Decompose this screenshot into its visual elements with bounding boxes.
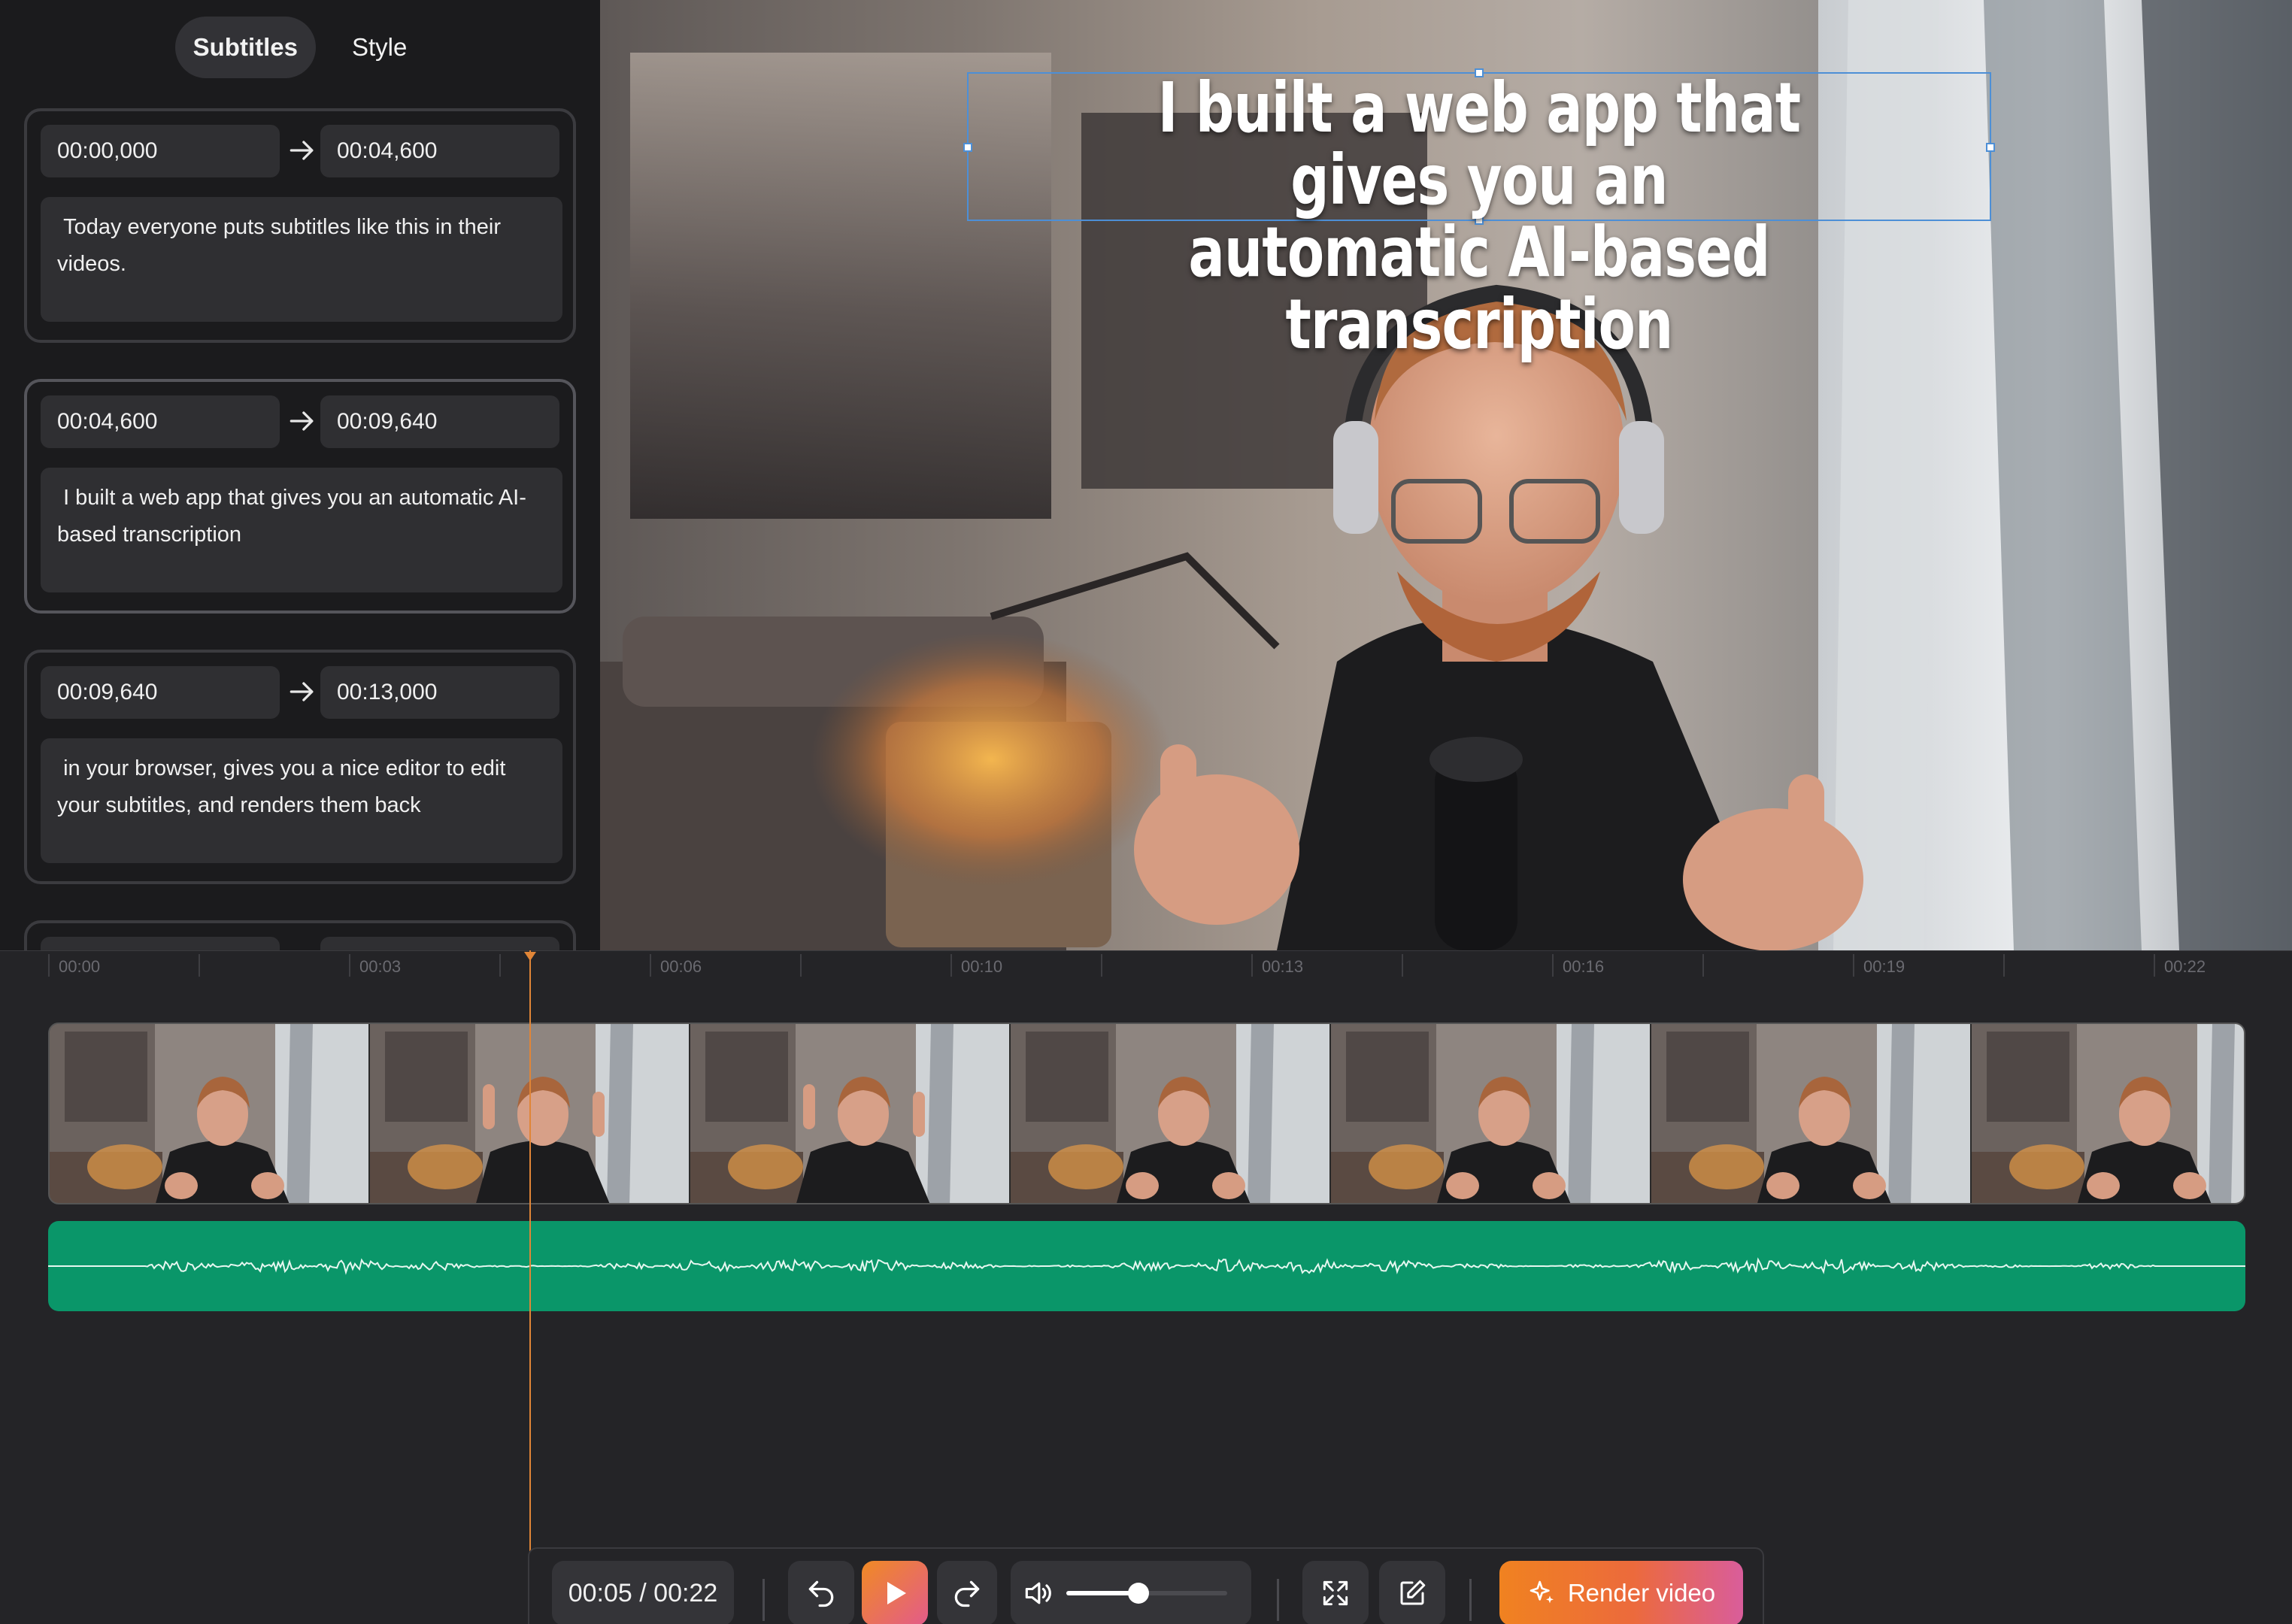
video-thumbnail	[690, 1024, 1011, 1203]
time-ruler[interactable]: 00:00 00:03 00:06 00:10 00:13 00:16 00:19 00:22	[0, 950, 2292, 980]
subtitle-text-input[interactable]: Today everyone puts subtitles like this …	[41, 197, 562, 322]
subtitle-text-input[interactable]: I built a web app that gives you an auto…	[41, 468, 562, 592]
ruler-label: 00:16	[1563, 957, 1605, 976]
edit-button[interactable]	[1379, 1561, 1445, 1624]
ruler-tick	[48, 954, 50, 977]
ruler-tick	[1402, 954, 1403, 977]
ruler-tick	[1101, 954, 1102, 977]
sparkle-icon	[1530, 1580, 1554, 1604]
end-time-input[interactable]: 00:04,600	[320, 125, 559, 177]
audio-track[interactable]	[48, 1221, 2245, 1311]
resize-handle[interactable]	[963, 143, 972, 152]
end-time-input[interactable]	[320, 937, 559, 950]
pencil-edit-icon	[1400, 1580, 1426, 1605]
ruler-tick	[199, 954, 200, 977]
divider	[762, 1579, 765, 1621]
start-time-input[interactable]: 00:04,600	[41, 395, 280, 448]
ruler-label: 00:06	[660, 957, 702, 976]
volume-slider-knob[interactable]	[1128, 1583, 1150, 1604]
fullscreen-button[interactable]	[1302, 1561, 1369, 1624]
video-thumbnail	[1651, 1024, 1972, 1203]
sidebar-tabs: Subtitles Style	[0, 17, 600, 78]
divider	[1277, 1579, 1279, 1621]
undo-arrow-icon	[808, 1580, 834, 1607]
start-time-input[interactable]: 00:00,000	[41, 125, 280, 177]
rewind-button[interactable]	[788, 1561, 854, 1624]
ruler-tick	[1552, 954, 1554, 977]
ruler-tick	[650, 954, 651, 977]
ruler-label: 00:10	[961, 957, 1003, 976]
video-thumbnail	[1011, 1024, 1331, 1203]
subtitle-editor-app: Subtitles Style 00:00,000 00:04,600 Toda…	[0, 0, 2292, 1624]
ruler-tick	[499, 954, 501, 977]
resize-handle[interactable]	[1986, 143, 1995, 152]
expand-icon	[1323, 1580, 1348, 1606]
subtitle-sidebar: Subtitles Style 00:00,000 00:04,600 Toda…	[0, 0, 600, 950]
caption-line-1: I built a web app that gives you an	[1157, 68, 1801, 220]
subtitle-list: 00:00,000 00:04,600 Today everyone puts …	[24, 108, 576, 950]
ruler-tick	[2154, 954, 2155, 977]
playhead[interactable]	[529, 950, 531, 1552]
ruler-label: 00:19	[1863, 957, 1905, 976]
audio-waveform	[48, 1257, 2245, 1275]
video-thumbnail	[50, 1024, 370, 1203]
render-video-label: Render video	[1567, 1579, 1716, 1607]
subtitle-card-active[interactable]: 00:04,600 00:09,640 I built a web app th…	[24, 379, 576, 614]
end-time-input[interactable]: 00:09,640	[320, 395, 559, 448]
ruler-label: 00:13	[1262, 957, 1304, 976]
forward-button[interactable]	[937, 1561, 997, 1624]
video-track-filmstrip[interactable]	[48, 1023, 2245, 1204]
ruler-tick	[349, 954, 350, 977]
volume-slider[interactable]	[1066, 1583, 1227, 1604]
ruler-tick	[1853, 954, 1854, 977]
ruler-label: 00:00	[59, 957, 101, 976]
play-button[interactable]	[862, 1561, 928, 1624]
tab-subtitles[interactable]: Subtitles	[174, 17, 316, 78]
caption-overlay[interactable]: I built a web app that gives you an auto…	[1080, 72, 1878, 361]
timeline[interactable]: 00:00 00:03 00:06 00:10 00:13 00:16 00:19 00:22	[0, 950, 2292, 1624]
caption-line-2: automatic AI-based transcription	[1188, 212, 1770, 365]
divider	[1469, 1579, 1472, 1621]
subtitle-card[interactable]: 00:09,640 00:13,000 in your browser, giv…	[24, 650, 576, 884]
ruler-tick	[2003, 954, 2005, 977]
start-time-input[interactable]: 00:09,640	[41, 666, 280, 719]
video-thumbnail	[1972, 1024, 2244, 1203]
timecode-display: 00:05 / 00:22	[552, 1561, 734, 1624]
tab-style[interactable]: Style	[334, 17, 425, 78]
volume-icon[interactable]	[1021, 1577, 1054, 1610]
subtitle-text-input[interactable]: in your browser, gives you a nice editor…	[41, 738, 562, 863]
video-thumbnail	[1331, 1024, 1651, 1203]
start-time-input[interactable]	[41, 937, 280, 950]
volume-control[interactable]	[1011, 1561, 1251, 1624]
render-video-button[interactable]: Render video	[1499, 1561, 1743, 1624]
play-icon	[887, 1582, 906, 1604]
ruler-tick	[800, 954, 802, 977]
redo-arrow-icon	[954, 1580, 980, 1607]
ruler-tick	[950, 954, 952, 977]
video-preview[interactable]: I built a web app that gives you an auto…	[600, 0, 2292, 950]
ruler-label: 00:22	[2164, 957, 2206, 976]
subtitle-card[interactable]: 00:00,000 00:04,600 Today everyone puts …	[24, 108, 576, 343]
playback-controls: 00:05 / 00:22 Render video	[528, 1547, 1764, 1624]
end-time-input[interactable]: 00:13,000	[320, 666, 559, 719]
ruler-tick	[1251, 954, 1253, 977]
arrow-right-icon	[290, 411, 314, 431]
subtitle-card-partial[interactable]	[24, 920, 576, 950]
playhead-handle[interactable]	[524, 952, 536, 961]
ruler-tick	[1702, 954, 1704, 977]
arrow-right-icon	[290, 141, 314, 160]
ruler-label: 00:03	[359, 957, 402, 976]
arrow-right-icon	[290, 682, 314, 701]
